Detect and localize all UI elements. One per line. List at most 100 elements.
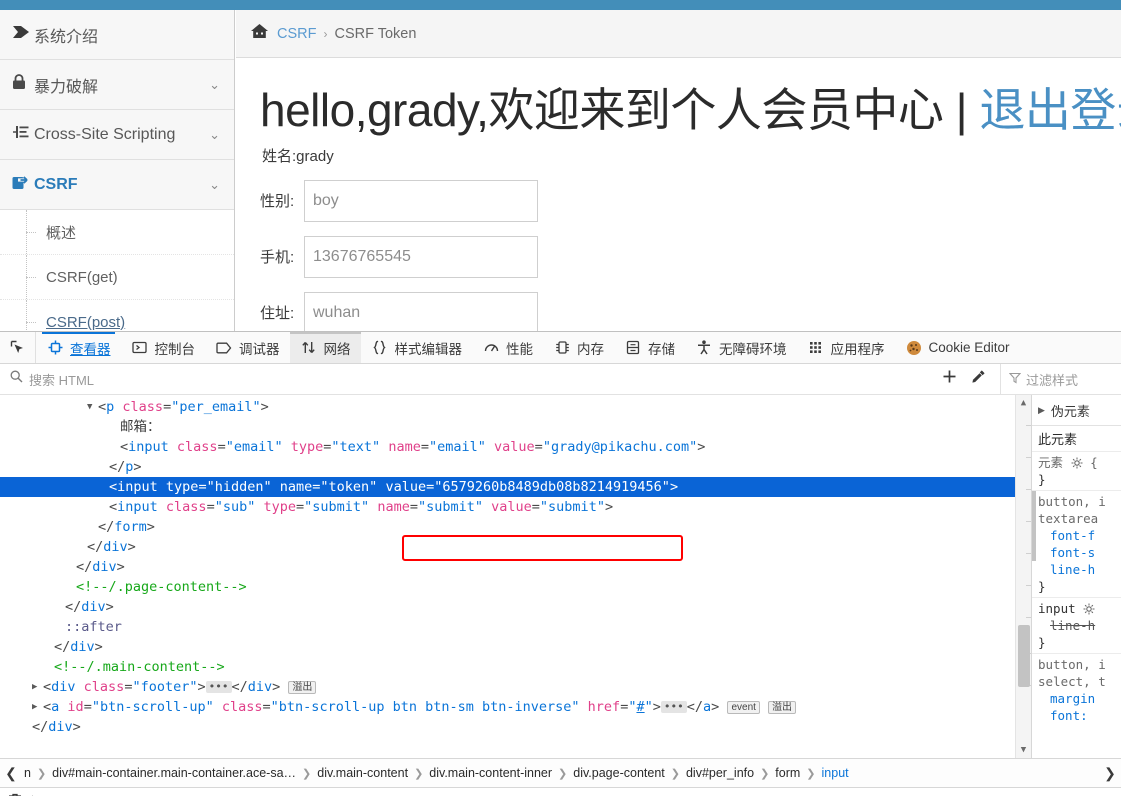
css-prop-font-family[interactable]: font-f <box>1038 527 1121 544</box>
sidebar-item-intro[interactable]: 系统介绍 <box>0 10 234 60</box>
chevron-down-icon[interactable]: ⌄ <box>209 127 220 143</box>
pseudo-elements-section[interactable]: ▶ 伪元素 <box>1032 395 1121 426</box>
breadcrumb-node-3[interactable]: div.main-content-inner <box>427 766 554 780</box>
sidebar-item-label: 暴力破解 <box>34 78 99 96</box>
dom-line[interactable]: </div> <box>0 637 1031 657</box>
devtools-tab-network[interactable]: 网络 <box>289 332 361 363</box>
dom-line[interactable]: ::after <box>0 617 1031 637</box>
dom-line[interactable]: </div> <box>0 597 1031 617</box>
dom-line[interactable]: 邮箱： <box>0 417 1031 437</box>
sidebar-subitem-csrf-post[interactable]: CSRF(post) <box>0 300 234 331</box>
twisty-expanded-icon[interactable]: ▼ <box>87 397 92 417</box>
devtools-tab-memory[interactable]: 内存 <box>543 332 614 363</box>
scroll-down-arrow[interactable]: ▼ <box>1016 742 1031 758</box>
sidebar-subitem-overview[interactable]: 概述 <box>0 210 234 255</box>
scroll-up-arrow[interactable]: ▲ <box>1016 395 1031 411</box>
breadcrumb-node-0[interactable]: n <box>22 766 33 780</box>
css-prop-line-height-overridden[interactable]: line-h <box>1038 617 1121 634</box>
devtools-tab-style-editor[interactable]: 样式编辑器 <box>361 332 473 363</box>
sidebar-item-xss[interactable]: Cross-Site Scripting ⌄ <box>0 110 234 160</box>
scrollbar-thumb[interactable] <box>1018 625 1030 687</box>
sidebar-item-bruteforce[interactable]: 暴力破解 ⌄ <box>0 60 234 110</box>
dom-line[interactable]: </div> <box>0 557 1031 577</box>
phone-input[interactable]: 13676765545 <box>304 235 538 278</box>
css-rule-button-select-textarea[interactable]: button, i select, t margin font: <box>1032 654 1121 726</box>
dom-line[interactable]: <!--/.page-content--> <box>0 577 1031 597</box>
breadcrumb-node-6[interactable]: form <box>773 766 802 780</box>
css-prop-font-size[interactable]: font-s <box>1038 544 1121 561</box>
css-rule-button-textarea[interactable]: button, i textarea font-f font-s line-h } <box>1032 491 1121 598</box>
application-icon <box>807 339 825 357</box>
devtools-tab-cookie[interactable]: Cookie Editor <box>895 332 1020 363</box>
dom-line[interactable]: <input class="email" type="text" name="e… <box>0 437 1031 457</box>
xss-icon <box>12 125 34 144</box>
home-icon[interactable] <box>250 23 269 44</box>
breadcrumb-separator: ❯ <box>36 767 47 780</box>
breadcrumb-node-4[interactable]: div.page-content <box>571 766 667 780</box>
breadcrumb-separator: ❯ <box>760 767 770 780</box>
tag-icon <box>12 25 34 44</box>
dom-line-selected[interactable]: <input type="hidden" name="token" value=… <box>0 477 1031 497</box>
filter-styles-input[interactable]: 过滤样式 <box>1000 364 1121 394</box>
eyedropper-icon[interactable] <box>971 369 986 389</box>
devtools-tab-label: 样式编辑器 <box>394 341 463 357</box>
breadcrumb-forward-arrow[interactable]: ❯ <box>1099 765 1121 782</box>
breadcrumb-link-csrf[interactable]: CSRF <box>277 26 316 42</box>
gear-icon[interactable] <box>1071 456 1083 469</box>
dom-line[interactable]: <!--/.main-content--> <box>0 657 1031 677</box>
gender-input[interactable]: boy <box>304 179 538 222</box>
address-input[interactable]: wuhan <box>304 291 538 331</box>
css-prop-font[interactable]: font: <box>1038 707 1121 724</box>
plus-icon[interactable] <box>942 369 957 389</box>
dom-line[interactable]: <input class="sub" type="submit" name="s… <box>0 497 1031 517</box>
dom-line-content: </div> <box>76 559 125 575</box>
element-picker-icon[interactable] <box>0 332 36 363</box>
devtools-panel: 查看器 控制台 调试器 网络 样式编辑器 性能 内存 存储 无障碍环境 应用程序 Cookie Ed… <box>0 331 1121 796</box>
devtools-tab-performance[interactable]: 性能 <box>472 332 543 363</box>
chevron-down-icon[interactable]: ⌄ <box>209 177 220 193</box>
sidebar-item-csrf[interactable]: CSRF ⌄ <box>0 160 234 210</box>
breadcrumb-node-2[interactable]: div.main-content <box>315 766 410 780</box>
dom-line[interactable]: ▼ <p class="per_email"> <box>0 397 1031 417</box>
css-rule-input[interactable]: input line-h } <box>1032 598 1121 654</box>
breadcrumb-node-7[interactable]: input <box>820 766 851 780</box>
breadcrumb-node-1[interactable]: div#main-container.main-container.ace-sa… <box>50 766 298 780</box>
breadcrumb-node-5[interactable]: div#per_info <box>684 766 756 780</box>
filter-styles-placeholder: 过滤样式 <box>1026 372 1079 388</box>
chevron-right-icon[interactable]: ▶ <box>1038 405 1045 416</box>
chevron-down-icon[interactable]: ⌄ <box>209 77 220 93</box>
gender-input-value: boy <box>313 191 339 209</box>
breadcrumb-separator: ❯ <box>806 767 816 780</box>
dom-tree-scrollbar[interactable]: ▲ ▼ <box>1015 395 1031 758</box>
dom-tree-pane[interactable]: ▼ <p class="per_email"> 邮箱： <input class="e… <box>0 395 1031 758</box>
dom-line[interactable]: </form> <box>0 517 1031 537</box>
css-prop-margin[interactable]: margin <box>1038 690 1121 707</box>
css-pane-scrollbar[interactable] <box>1032 491 1036 561</box>
sidebar-subitem-csrf-get[interactable]: CSRF(get) <box>0 255 234 300</box>
twisty-collapsed-icon[interactable]: ▶ <box>32 697 37 717</box>
twisty-collapsed-icon[interactable]: ▶ <box>32 677 37 697</box>
welcome-greeting: hello,grady,欢迎来到个人会员中心 <box>260 84 944 136</box>
devtools-tab-inspector[interactable]: 查看器 <box>36 332 121 363</box>
devtools-tab-accessibility[interactable]: 无障碍环境 <box>685 332 797 363</box>
devtools-tab-storage[interactable]: 存储 <box>614 332 685 363</box>
gear-icon[interactable] <box>1083 602 1095 615</box>
devtools-tab-console[interactable]: 控制台 <box>121 332 206 363</box>
dom-line[interactable]: ▶ <a id="btn-scroll-up" class="btn-scroll… <box>0 697 1031 717</box>
dom-line[interactable]: </div> <box>0 537 1031 557</box>
devtools-tab-debugger[interactable]: 调试器 <box>205 332 290 363</box>
sidebar-item-label: Cross-Site Scripting <box>34 125 176 143</box>
css-prop-line-height[interactable]: line-h <box>1038 561 1121 578</box>
dom-line[interactable]: </p> <box>0 457 1031 477</box>
breadcrumb-back-arrow[interactable]: ❮ <box>0 765 22 782</box>
css-rule-element[interactable]: 元素 { } <box>1032 452 1121 491</box>
breadcrumb-separator: › <box>323 26 328 41</box>
heading-divider: | <box>943 84 980 136</box>
html-search-input[interactable]: 搜索 HTML <box>0 364 928 394</box>
logout-link[interactable]: 退出登录 <box>979 84 1121 136</box>
devtools-tab-application[interactable]: 应用程序 <box>797 332 895 363</box>
field-row-address: 住址: wuhan <box>260 291 1121 331</box>
devtools-tab-label: 无障碍环境 <box>719 341 787 357</box>
dom-line[interactable]: </div> <box>0 717 1031 737</box>
dom-line[interactable]: ▶ <div class="footer"> ••• </div> 溢出 <box>0 677 1031 697</box>
